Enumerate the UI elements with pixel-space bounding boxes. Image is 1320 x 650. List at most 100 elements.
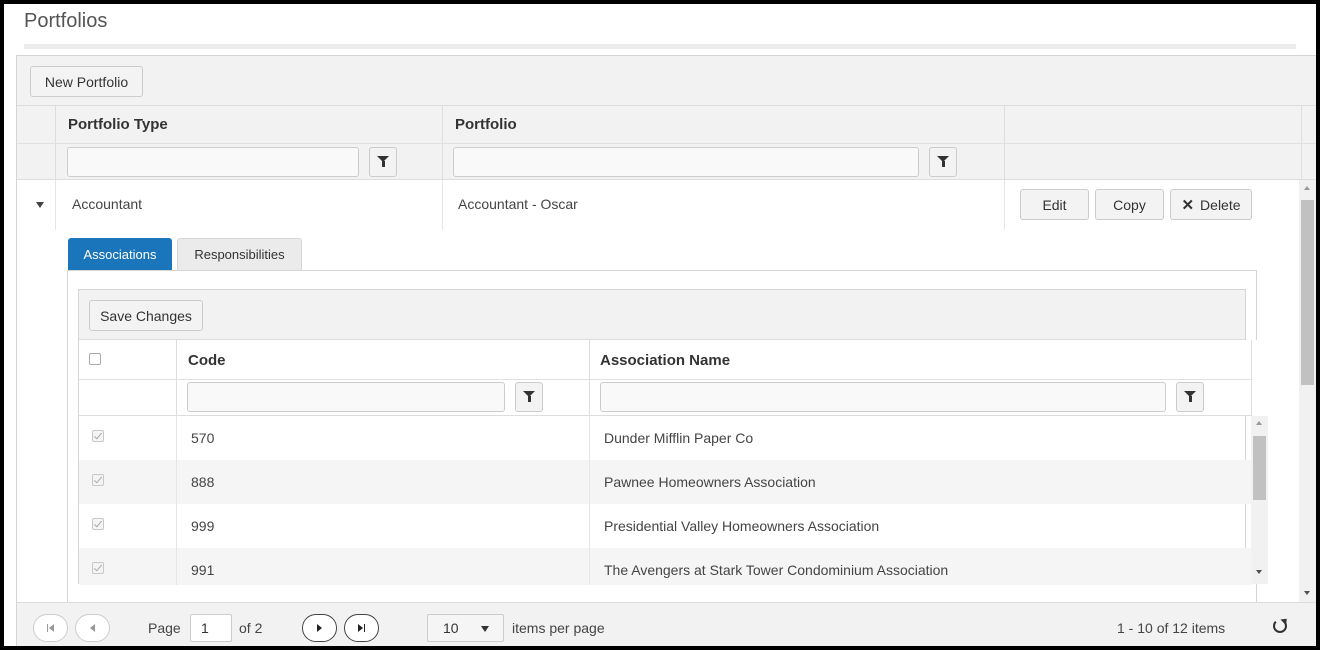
portfolio-filter-input[interactable] [453, 147, 919, 177]
column-divider [589, 504, 590, 548]
next-page-button[interactable] [302, 614, 337, 642]
next-page-icon [317, 624, 322, 632]
previous-page-button[interactable] [75, 614, 110, 642]
delete-button-label: Delete [1200, 196, 1241, 213]
row-checkbox[interactable] [92, 562, 104, 574]
first-page-arrow [49, 624, 55, 632]
column-divider [589, 380, 590, 415]
code-cell: 888 [191, 474, 215, 490]
row-detail: Associations Responsibilities Save Chang… [67, 238, 1268, 606]
portfolio-type-filter-input[interactable] [67, 147, 359, 177]
portfolio-type-filter-button[interactable] [369, 147, 397, 177]
associations-filter-row [79, 380, 1251, 416]
column-header-code[interactable]: Code [188, 352, 226, 369]
column-divider [589, 340, 590, 379]
refresh-icon[interactable] [1273, 619, 1287, 633]
chevron-down-icon [481, 626, 489, 632]
new-portfolio-button[interactable]: New Portfolio [30, 66, 143, 97]
title-divider [24, 44, 1296, 49]
select-all-checkbox[interactable] [89, 353, 101, 365]
save-changes-button[interactable]: Save Changes [89, 300, 203, 331]
column-divider [442, 144, 443, 179]
last-page-arrow [357, 624, 363, 632]
column-header-portfolio[interactable]: Portfolio [455, 116, 517, 133]
grid-scrollbar[interactable] [1299, 180, 1316, 602]
scroll-down-icon[interactable] [1256, 570, 1262, 574]
page-count-label: of 2 [239, 620, 263, 636]
filter-funnel-icon [937, 156, 949, 167]
grid-toolbar: New Portfolio [17, 56, 1316, 106]
row-checkbox[interactable] [92, 518, 104, 530]
column-divider [1004, 180, 1005, 230]
first-page-button[interactable] [33, 614, 68, 642]
associations-toolbar: Save Changes [79, 290, 1245, 340]
table-row: Accountant Accountant - Oscar Edit Copy … [17, 180, 1299, 230]
associations-scrollbar[interactable] [1251, 416, 1268, 584]
associations-panel: Save Changes Code Association Name 570 D… [67, 270, 1268, 606]
portfolio-cell: Accountant - Oscar [458, 196, 578, 212]
items-per-page-label: items per page [512, 620, 605, 636]
tab-associations[interactable]: Associations [68, 238, 172, 271]
column-divider [55, 144, 56, 179]
column-divider [589, 548, 590, 585]
code-filter-button[interactable] [515, 382, 543, 412]
page-number-input[interactable]: 1 [190, 614, 232, 642]
scroll-down-icon[interactable] [1304, 591, 1310, 595]
column-divider [1301, 144, 1302, 179]
tab-responsibilities[interactable]: Responsibilities [177, 238, 302, 271]
previous-page-icon [90, 624, 95, 632]
last-page-icon [363, 624, 366, 632]
association-name-cell: Dunder Mifflin Paper Co [604, 430, 754, 446]
column-divider [176, 340, 177, 379]
column-divider [1301, 106, 1302, 143]
scrollbar-thumb[interactable] [1301, 200, 1314, 385]
column-divider [176, 548, 177, 585]
table-row: 991 The Avengers at Stark Tower Condomin… [79, 548, 1251, 585]
column-divider [442, 180, 443, 230]
table-row: 999 Presidential Valley Homeowners Assoc… [79, 504, 1251, 548]
table-row: 888 Pawnee Homeowners Association [79, 460, 1251, 504]
column-divider [1004, 144, 1005, 179]
pager: Page 1 of 2 10 items per page 1 - 10 of … [17, 602, 1316, 646]
association-name-filter-input[interactable] [600, 382, 1166, 412]
table-row: 570 Dunder Mifflin Paper Co [79, 416, 1251, 460]
association-name-cell: The Avengers at Stark Tower Condominium … [604, 562, 949, 578]
portfolios-window: Portfolios New Portfolio Portfolio Type … [4, 4, 1316, 646]
x-icon: ✕ [1181, 196, 1195, 214]
portfolio-type-cell: Accountant [72, 196, 143, 212]
column-header-association-name[interactable]: Association Name [600, 352, 730, 369]
association-name-filter-button[interactable] [1176, 382, 1204, 412]
edit-button[interactable]: Edit [1020, 189, 1089, 220]
pager-summary: 1 - 10 of 12 items [1117, 620, 1226, 636]
first-page-icon [46, 624, 49, 632]
associations-grid: Save Changes Code Association Name 570 D… [78, 289, 1268, 585]
column-header-portfolio-type[interactable]: Portfolio Type [68, 116, 168, 133]
header-scroll-spacer [1251, 340, 1268, 416]
row-checkbox[interactable] [92, 430, 104, 442]
copy-button[interactable]: Copy [1095, 189, 1164, 220]
scroll-up-icon[interactable] [1256, 421, 1262, 425]
last-page-button[interactable] [344, 614, 379, 642]
page-size-value: 10 [443, 620, 459, 636]
portfolios-grid: New Portfolio Portfolio Type Portfolio A… [16, 55, 1316, 646]
column-divider [589, 416, 590, 460]
grid-header: Portfolio Type Portfolio [17, 106, 1316, 144]
column-divider [55, 106, 56, 143]
filter-funnel-icon [377, 156, 389, 167]
code-cell: 999 [191, 518, 215, 534]
delete-button[interactable]: ✕ Delete [1170, 189, 1252, 220]
page-size-select[interactable]: 10 [427, 614, 504, 642]
scroll-up-icon[interactable] [1304, 186, 1310, 190]
column-divider [589, 460, 590, 504]
page-title: Portfolios [24, 10, 108, 32]
code-filter-input[interactable] [187, 382, 505, 412]
column-divider [176, 416, 177, 460]
row-checkbox[interactable] [92, 474, 104, 486]
associations-header: Code Association Name [79, 340, 1251, 380]
filter-funnel-icon [523, 391, 535, 402]
caret-down-icon[interactable] [36, 202, 44, 208]
portfolio-filter-button[interactable] [929, 147, 957, 177]
scrollbar-thumb[interactable] [1253, 436, 1266, 500]
association-name-cell: Pawnee Homeowners Association [604, 474, 816, 490]
column-divider [176, 380, 177, 415]
